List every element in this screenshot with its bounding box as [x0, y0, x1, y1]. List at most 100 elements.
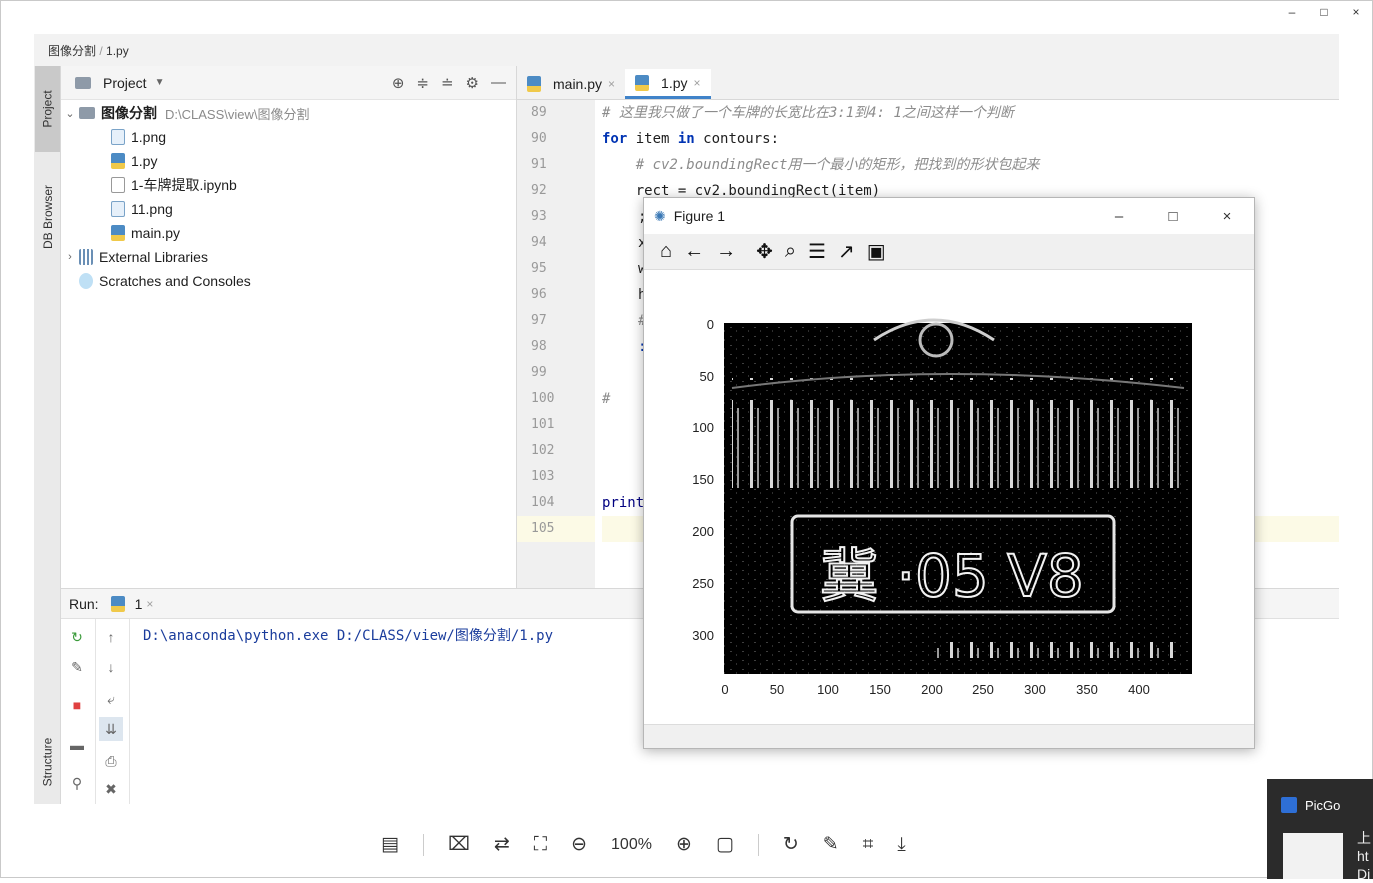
- axes-icon[interactable]: ↗: [838, 239, 855, 264]
- viewer-maximize-button[interactable]: □: [1308, 1, 1340, 23]
- close-icon[interactable]: ×: [694, 76, 701, 90]
- breadcrumb-file[interactable]: 1.py: [106, 44, 129, 58]
- y-tick-label: 50: [700, 369, 714, 384]
- actual-size-icon[interactable]: ▢: [716, 833, 734, 856]
- library-icon: [79, 249, 93, 265]
- breadcrumb-project[interactable]: 图像分割: [48, 44, 96, 58]
- zoom-in-icon[interactable]: ⊕: [676, 833, 692, 856]
- tab-structure[interactable]: Structure: [35, 722, 60, 802]
- download-icon[interactable]: ⤓: [897, 834, 905, 856]
- watermark-edges: [934, 642, 1174, 658]
- list-item[interactable]: 1.png: [61, 125, 516, 149]
- line-number: 91: [531, 157, 547, 172]
- line-number: 101: [531, 417, 555, 432]
- picgo-notification[interactable]: PicGo 上 ht Di: [1267, 779, 1373, 882]
- rerun-icon[interactable]: ↻: [65, 625, 89, 649]
- fit-icon[interactable]: ⛶: [534, 834, 547, 856]
- run-tab-label: 1: [134, 595, 143, 612]
- tab-project[interactable]: Project: [35, 66, 60, 152]
- zoom-icon[interactable]: ⌕: [785, 240, 796, 263]
- stop-icon[interactable]: ■: [65, 693, 89, 717]
- collapse-all-icon[interactable]: ≐: [441, 74, 454, 92]
- code-line: # cv2.boundingRect用一个最小的矩形，把找到的形状包起来: [602, 157, 1040, 173]
- x-tick-label: 200: [921, 682, 943, 697]
- plot-area[interactable]: 冀 ·05 V8 0 50 100 150 200 250 300 350 40…: [644, 270, 1254, 724]
- file-name: 1.png: [131, 129, 167, 145]
- down-arrow-icon[interactable]: ↓: [99, 655, 123, 679]
- list-item[interactable]: main.py: [61, 221, 516, 245]
- y-tick-label: 100: [692, 420, 714, 435]
- plate-text: 冀 ·05 V8: [820, 542, 1084, 610]
- tree-scratches[interactable]: Scratches and Consoles: [61, 269, 516, 293]
- picgo-logo-icon: [1281, 797, 1297, 813]
- matplotlib-icon: ✺: [654, 207, 666, 224]
- line-number: 102: [531, 443, 555, 458]
- configure-icon[interactable]: ☰: [808, 239, 826, 264]
- chevron-down-icon[interactable]: ⌄: [61, 107, 79, 120]
- image-file-icon: [111, 129, 125, 145]
- soft-wrap-icon[interactable]: ⤶: [99, 687, 123, 711]
- run-label: Run:: [69, 595, 99, 612]
- crop-icon[interactable]: ⌗: [863, 834, 874, 856]
- line-number: 103: [531, 469, 555, 484]
- forward-icon[interactable]: →: [716, 240, 736, 263]
- run-output: D:\anaconda\python.exe D:/CLASS/view/图像分…: [143, 628, 554, 644]
- chevron-right-icon[interactable]: ›: [61, 251, 79, 263]
- expand-all-icon[interactable]: ≑: [416, 74, 429, 92]
- line-number: 104: [531, 495, 555, 510]
- back-icon[interactable]: ←: [684, 240, 704, 263]
- home-icon[interactable]: ⌂: [660, 240, 672, 263]
- hide-icon[interactable]: —: [491, 74, 506, 92]
- line-number: 89: [531, 105, 547, 120]
- python-file-icon: [527, 76, 541, 92]
- zoom-level: 100%: [611, 835, 652, 853]
- tab-1-py[interactable]: 1.py ×: [625, 69, 711, 99]
- rotate-icon[interactable]: ↻: [783, 833, 799, 856]
- layout-icon[interactable]: ▬: [65, 733, 89, 757]
- save-icon[interactable]: ▣: [867, 239, 886, 264]
- pin-icon[interactable]: ⚲: [65, 771, 89, 795]
- ocr-icon[interactable]: ⌧: [448, 833, 470, 856]
- scratches-label: Scratches and Consoles: [99, 273, 251, 289]
- close-icon[interactable]: ×: [146, 597, 153, 611]
- figure-close-button[interactable]: ×: [1200, 208, 1254, 225]
- pan-icon[interactable]: ✥: [756, 239, 773, 264]
- y-tick-label: 250: [692, 576, 714, 591]
- figure-toolbar: ⌂ ← → ✥ ⌕ ☰ ↗ ▣: [644, 234, 1254, 270]
- tree-external-libraries[interactable]: › External Libraries: [61, 245, 516, 269]
- tab-db-browser[interactable]: DB Browser: [35, 162, 60, 272]
- picgo-peek-text: 上 ht Di: [1357, 830, 1371, 882]
- project-panel-title[interactable]: Project: [103, 75, 147, 91]
- y-tick-label: 150: [692, 472, 714, 487]
- list-item[interactable]: 1-车牌提取.ipynb: [61, 173, 516, 197]
- edit-icon[interactable]: ✎: [823, 833, 839, 856]
- print-icon[interactable]: ⎙: [99, 749, 123, 773]
- viewer-toolbar: ▤ ⌧ ⇄ ⛶ ⊖ 100% ⊕ ▢ ↻ ✎ ⌗ ⤓: [381, 833, 906, 856]
- figure-maximize-button[interactable]: □: [1146, 208, 1200, 225]
- viewer-close-button[interactable]: ×: [1340, 1, 1372, 23]
- viewer-minimize-button[interactable]: –: [1276, 1, 1308, 23]
- run-tab[interactable]: 1 ×: [110, 595, 153, 612]
- gear-icon[interactable]: ⚙: [466, 74, 479, 92]
- x-tick-label: 50: [770, 682, 784, 697]
- locate-icon[interactable]: ⊕: [392, 74, 405, 92]
- tab-label: main.py: [553, 76, 603, 92]
- line-number: 105: [517, 516, 595, 542]
- trash-icon[interactable]: ✖: [99, 777, 123, 801]
- line-number: 97: [531, 313, 547, 328]
- wrench-icon[interactable]: ✎: [65, 655, 89, 679]
- figure-titlebar: ✺ Figure 1 – □ ×: [644, 198, 1254, 234]
- layout-icon[interactable]: ▤: [381, 833, 399, 856]
- tab-main-py[interactable]: main.py ×: [517, 69, 625, 99]
- list-item[interactable]: 11.png: [61, 197, 516, 221]
- figure-minimize-button[interactable]: –: [1092, 208, 1146, 225]
- close-icon[interactable]: ×: [608, 77, 615, 91]
- zoom-out-icon[interactable]: ⊖: [571, 833, 587, 856]
- x-axis: 0 50 100 150 200 250 300 350 400: [721, 682, 1149, 697]
- chevron-down-icon[interactable]: ▼: [155, 77, 165, 88]
- translate-icon[interactable]: ⇄: [494, 833, 510, 856]
- tree-root[interactable]: ⌄ 图像分割 D:\CLASS\view\图像分割: [61, 101, 516, 125]
- up-arrow-icon[interactable]: ↑: [99, 625, 123, 649]
- scroll-to-end-icon[interactable]: ⇊: [99, 717, 123, 741]
- list-item[interactable]: 1.py: [61, 149, 516, 173]
